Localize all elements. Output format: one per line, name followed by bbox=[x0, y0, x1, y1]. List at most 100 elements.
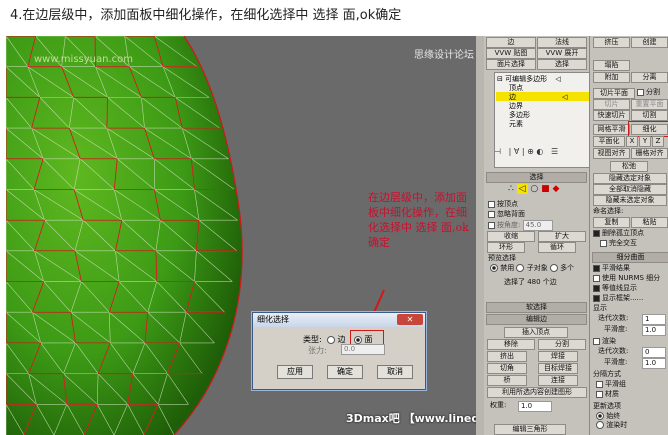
by-angle-check[interactable]: 按角度: 45.0 bbox=[488, 220, 553, 231]
smooth-groups-check[interactable]: 平滑组 bbox=[596, 380, 626, 389]
create-shape-button[interactable]: 利用所选内容创建图形 bbox=[487, 387, 587, 398]
slice-button[interactable]: 切片 bbox=[593, 99, 630, 110]
modify-column: 边 法线 VVW 贴图 VVW 展开 面片选择 选择 ⊟ 可编辑多边形 ◁ 顶点… bbox=[484, 36, 596, 435]
planarize-button[interactable]: 平面化 bbox=[593, 136, 625, 147]
edit-edges-rollout[interactable]: 编辑边 bbox=[486, 314, 587, 325]
element-mode-icon[interactable]: ◆ bbox=[553, 184, 560, 194]
align-z-button[interactable]: Z bbox=[652, 136, 664, 147]
col3-btn-4[interactable]: 附加 bbox=[593, 72, 630, 83]
target-weld-button[interactable]: 目标焊接 bbox=[538, 363, 578, 374]
copy-button[interactable]: 复制 bbox=[593, 217, 630, 228]
hide-unselected-button[interactable]: 隐藏未选定对象 bbox=[593, 195, 667, 206]
quick-slice-button[interactable]: 快速切片 bbox=[593, 110, 630, 121]
split-checkbox-icon bbox=[637, 88, 644, 96]
slice-plane-button[interactable]: 切片平面 bbox=[593, 88, 635, 99]
full-interact-check[interactable]: 完全交互 bbox=[600, 239, 637, 248]
stack-item-vertex[interactable]: 顶点 bbox=[509, 84, 523, 92]
insert-vertex-button[interactable]: 插入顶点 bbox=[504, 327, 568, 338]
weld-button[interactable]: 焊接 bbox=[538, 351, 578, 362]
materials-label: 材质 bbox=[605, 390, 619, 398]
isoline-check[interactable]: 等值线显示 bbox=[593, 284, 637, 293]
split-check[interactable]: 分割 bbox=[637, 88, 660, 97]
polygon-mode-icon[interactable]: ■ bbox=[541, 184, 550, 194]
hide-selected-button[interactable]: 隐藏选定对象 bbox=[593, 173, 667, 184]
bridge-button[interactable]: 桥 bbox=[487, 375, 527, 386]
update-always[interactable]: 始终 bbox=[596, 412, 620, 421]
modifier-btn-patchsel[interactable]: 面片选择 bbox=[486, 59, 536, 70]
render-smoothness-input[interactable]: 1.0 bbox=[642, 358, 666, 369]
grow-button[interactable]: 扩大 bbox=[538, 231, 586, 242]
col3-btn-5[interactable]: 分离 bbox=[631, 72, 668, 83]
modifier-btn-edge[interactable]: 边 bbox=[486, 37, 536, 48]
split-button[interactable]: 分割 bbox=[538, 339, 586, 350]
align-x-button[interactable]: X bbox=[626, 136, 638, 147]
connect-button[interactable]: 连接 bbox=[538, 375, 578, 386]
reset-plane-button[interactable]: 重置平面 bbox=[631, 99, 668, 110]
stack-item-polygon[interactable]: 多边形 bbox=[509, 111, 530, 119]
preview-selection-label: 预览选择 bbox=[488, 254, 516, 262]
stack-item-element[interactable]: 元素 bbox=[509, 120, 523, 128]
iterations-input[interactable]: 1 bbox=[642, 314, 666, 325]
col3-btn-2[interactable]: 创建 bbox=[631, 37, 668, 48]
shrink-button[interactable]: 收缩 bbox=[487, 231, 535, 242]
subdivision-rollout[interactable]: 细分曲面 bbox=[592, 252, 668, 263]
view-align-button[interactable]: 视图对齐 bbox=[593, 148, 630, 159]
modifier-btn-uvwunwrap[interactable]: VVW 展开 bbox=[537, 48, 587, 59]
command-panel: 边 法线 VVW 贴图 VVW 展开 面片选择 选择 ⊟ 可编辑多边形 ◁ 顶点… bbox=[476, 36, 668, 435]
modifier-btn-uvwmap[interactable]: VVW 贴图 bbox=[486, 48, 536, 59]
ignore-back-check[interactable]: 忽略背面 bbox=[488, 210, 525, 219]
msmooth-button[interactable]: 网格平滑 bbox=[593, 124, 630, 135]
extrude-button[interactable]: 挤出 bbox=[487, 351, 527, 362]
modifier-btn-normal[interactable]: 法线 bbox=[537, 37, 587, 48]
grid-align-button[interactable]: 栅格对齐 bbox=[631, 148, 668, 159]
delete-isolated-check[interactable]: 删除孤立顶点 bbox=[593, 229, 644, 238]
weight-input[interactable]: 1.0 bbox=[518, 401, 552, 412]
smoothness-input[interactable]: 1.0 bbox=[642, 325, 666, 336]
chamfer-button[interactable]: 切角 bbox=[487, 363, 527, 374]
relax-button[interactable]: 松弛 bbox=[610, 161, 648, 172]
col3-btn-1[interactable]: 挤压 bbox=[593, 37, 630, 48]
ok-button[interactable]: 确定 bbox=[327, 365, 363, 379]
render-group-label[interactable]: 渲染 bbox=[593, 337, 616, 346]
smooth-result-check[interactable]: 平滑结果 bbox=[593, 264, 630, 273]
use-nurms-check[interactable]: 使用 NURMS 细分 bbox=[593, 274, 660, 283]
ring-button[interactable]: 环形 bbox=[487, 242, 525, 253]
by-vertex-check[interactable]: 按顶点 bbox=[488, 200, 518, 209]
stack-item-border[interactable]: 边界 bbox=[509, 102, 523, 110]
edit-tris-button[interactable]: 编辑三角形 bbox=[494, 424, 566, 435]
stack-item-edge[interactable]: 边 ◁ bbox=[509, 93, 567, 101]
edge-mode-icon[interactable]: ◁ bbox=[516, 184, 528, 194]
modifier-btn-select[interactable]: 选择 bbox=[537, 59, 587, 70]
apply-button[interactable]: 应用 bbox=[277, 365, 313, 379]
loop-button[interactable]: 循环 bbox=[538, 242, 576, 253]
ignore-back-label: 忽略背面 bbox=[497, 210, 525, 218]
preview-off-radio-icon bbox=[490, 264, 498, 272]
subobject-icons[interactable]: ∴ ◁ ○ ■ ◆ bbox=[508, 184, 559, 194]
preview-options[interactable]: 禁用 子对象 多个 bbox=[490, 264, 574, 273]
by-vertex-label: 按顶点 bbox=[497, 200, 518, 208]
border-mode-icon[interactable]: ○ bbox=[530, 184, 538, 194]
selection-rollout-header[interactable]: 选择 bbox=[486, 172, 587, 183]
col3-btn-3[interactable]: 塌陷 bbox=[593, 60, 630, 71]
max-screenshot: www.missyuan.com 思缘设计论坛 在边层级中，添加面板中细化操作，… bbox=[6, 36, 668, 435]
vertex-mode-icon[interactable]: ∴ bbox=[508, 184, 514, 194]
tension-spinner[interactable]: 0.0 bbox=[341, 344, 385, 355]
stack-root[interactable]: ⊟ 可编辑多边形 ◁ bbox=[497, 75, 561, 83]
cut-button[interactable]: 切割 bbox=[631, 110, 668, 121]
by-vertex-checkbox-icon bbox=[488, 200, 495, 208]
align-y-button[interactable]: Y bbox=[639, 136, 651, 147]
tessellate-button[interactable]: 细化 bbox=[631, 124, 668, 135]
unhide-all-button[interactable]: 全部取消隐藏 bbox=[593, 184, 667, 195]
cancel-button[interactable]: 取消 bbox=[377, 365, 413, 379]
render-iterations-input[interactable]: 0 bbox=[642, 347, 666, 358]
close-button[interactable]: ✕ bbox=[397, 314, 423, 325]
soft-selection-rollout[interactable]: 软选择 bbox=[486, 302, 587, 313]
update-when-render[interactable]: 渲染时 bbox=[596, 421, 627, 430]
option-face-label: 面 bbox=[364, 335, 373, 344]
stack-toolbar[interactable]: ⊣ | ∀ | ⊕ ◐ ☰ bbox=[494, 147, 594, 157]
show-cage-check[interactable]: 显示框架...... bbox=[593, 294, 643, 303]
paste-button[interactable]: 粘贴 bbox=[631, 217, 668, 228]
materials-check[interactable]: 材质 bbox=[596, 390, 619, 399]
angle-input[interactable]: 45.0 bbox=[522, 220, 553, 231]
remove-button[interactable]: 移除 bbox=[487, 339, 535, 350]
